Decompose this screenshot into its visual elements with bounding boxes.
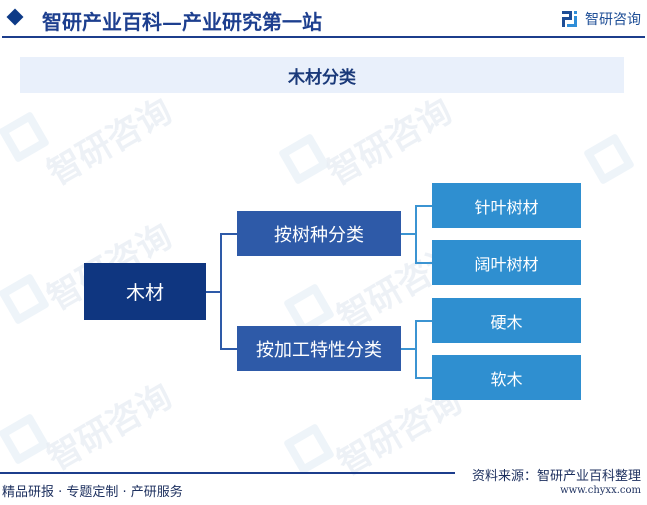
watermark-logo-icon (583, 133, 635, 185)
node-leaf: 硬木 (432, 298, 581, 343)
connector-root-stub (206, 291, 221, 293)
diagram-title-band: 木材分类 (20, 57, 624, 93)
connector-branch-1-vertical (415, 205, 417, 263)
header-divider (2, 36, 645, 38)
watermark-logo-icon (0, 413, 50, 465)
watermark-logo-icon (0, 273, 50, 325)
connector-to-branch-1 (220, 233, 237, 235)
connector-branch-2-stub (401, 348, 416, 350)
node-leaf: 针叶树材 (432, 183, 581, 228)
node-root: 木材 (84, 263, 206, 320)
brand[interactable]: 智研咨询 (562, 9, 641, 29)
connector-branch-1-stub (401, 233, 416, 235)
node-branch: 按加工特性分类 (237, 326, 401, 371)
watermark-logo-icon (283, 423, 335, 475)
connector-to-leaf-4 (415, 377, 432, 379)
connector-branch-2-vertical (415, 320, 417, 378)
zhiyan-logo-icon (562, 11, 580, 27)
connector-to-leaf-1 (415, 205, 432, 207)
node-leaf: 软木 (432, 355, 581, 400)
watermark-text: 智研咨询 (40, 91, 179, 194)
footer-divider (0, 472, 455, 474)
connector-to-leaf-3 (415, 320, 432, 322)
node-branch: 按树种分类 (237, 211, 401, 256)
connector-root-vertical (220, 233, 222, 349)
watermark-text: 智研咨询 (320, 91, 459, 194)
header-title: 智研产业百科—产业研究第一站 (42, 10, 322, 34)
brand-name: 智研咨询 (585, 12, 641, 28)
connector-to-leaf-2 (415, 262, 432, 264)
watermark-text: 智研咨询 (40, 376, 179, 479)
page-header: 智研产业百科—产业研究第一站 智研咨询 (0, 0, 647, 38)
diagram-title: 木材分类 (288, 67, 356, 88)
footer-url[interactable]: www.chyxx.com (560, 485, 641, 496)
footer-source: 资料来源：智研产业百科整理 (471, 469, 641, 484)
connector-to-branch-2 (220, 348, 237, 350)
diamond-icon (6, 8, 24, 26)
watermark-logo-icon (0, 111, 50, 163)
footer-tagline: 精品研报 · 专题定制 · 产研服务 (2, 485, 183, 500)
watermark-logo-icon (278, 133, 330, 185)
node-leaf: 阔叶树材 (432, 240, 581, 285)
